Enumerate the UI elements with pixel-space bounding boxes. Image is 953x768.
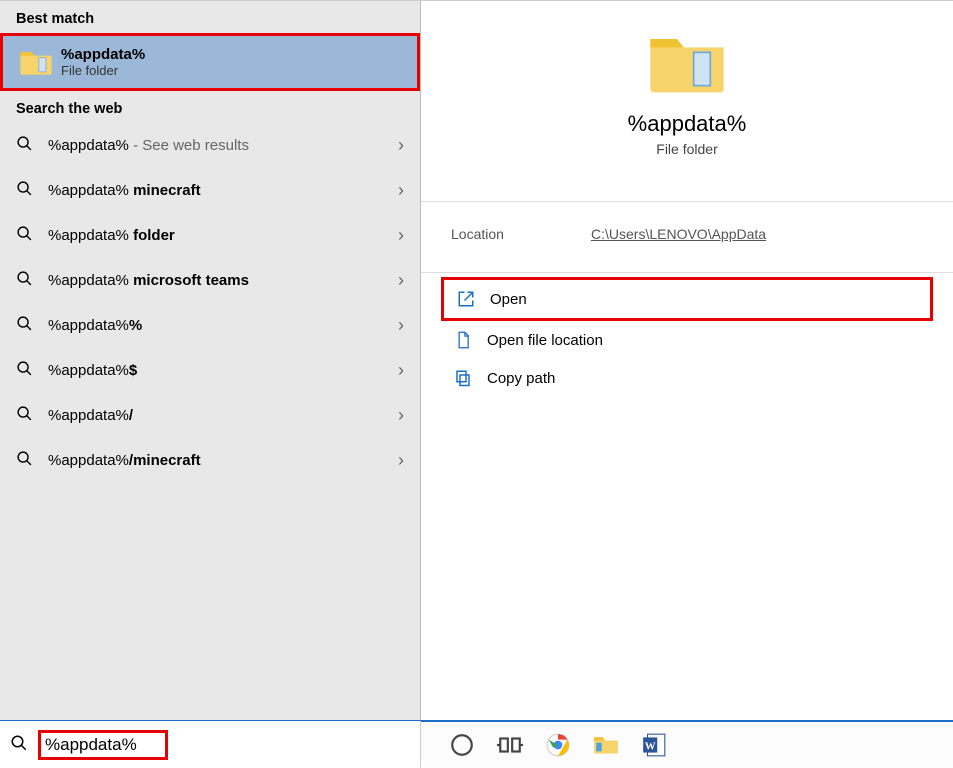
web-result-label: %appdata%/ — [48, 407, 398, 424]
best-match-header: Best match — [0, 1, 420, 33]
web-result-item[interactable]: %appdata% minecraft› — [0, 168, 420, 213]
search-web-header: Search the web — [0, 91, 420, 123]
web-result-label: %appdata%$ — [48, 362, 398, 379]
chevron-right-icon: › — [398, 360, 404, 381]
search-icon — [16, 270, 36, 291]
chevron-right-icon: › — [398, 225, 404, 246]
copy-path-label: Copy path — [487, 370, 555, 387]
open-label: Open — [490, 291, 527, 308]
web-result-label: %appdata%% — [48, 317, 398, 334]
chevron-right-icon: › — [398, 315, 404, 336]
web-result-item[interactable]: %appdata%/minecraft› — [0, 438, 420, 483]
web-result-label: %appdata% - See web results — [48, 137, 398, 154]
web-results-list: %appdata% - See web results›%appdata% mi… — [0, 123, 420, 483]
search-icon — [16, 450, 36, 471]
taskbar: W — [0, 720, 953, 767]
chevron-right-icon: › — [398, 405, 404, 426]
search-icon — [16, 405, 36, 426]
web-result-item[interactable]: %appdata% folder› — [0, 213, 420, 258]
chevron-right-icon: › — [398, 450, 404, 471]
folder-icon-large — [647, 29, 727, 99]
search-icon — [16, 225, 36, 246]
word-icon[interactable]: W — [641, 732, 667, 758]
web-result-label: %appdata% minecraft — [48, 182, 398, 199]
location-label: Location — [451, 226, 591, 242]
open-file-location-label: Open file location — [487, 332, 603, 349]
search-icon — [16, 360, 36, 381]
svg-text:W: W — [645, 740, 656, 752]
search-icon — [16, 315, 36, 336]
location-row: Location C:\Users\LENOVO\AppData — [421, 202, 953, 266]
web-result-label: %appdata%/minecraft — [48, 452, 398, 469]
detail-subtitle: File folder — [441, 141, 933, 157]
open-icon — [454, 290, 478, 308]
best-match-item[interactable]: %appdata% File folder — [0, 33, 420, 91]
location-value[interactable]: C:\Users\LENOVO\AppData — [591, 226, 766, 242]
chevron-right-icon: › — [398, 180, 404, 201]
web-result-item[interactable]: %appdata%/› — [0, 393, 420, 438]
file-explorer-icon[interactable] — [593, 732, 619, 758]
search-results-panel: Best match %appdata% File folder Search … — [0, 1, 421, 720]
folder-icon — [19, 47, 53, 77]
chevron-right-icon: › — [398, 270, 404, 291]
chevron-right-icon: › — [398, 135, 404, 156]
chrome-icon[interactable] — [545, 732, 571, 758]
search-input[interactable] — [38, 730, 168, 760]
search-icon — [16, 135, 36, 156]
web-result-item[interactable]: %appdata%$› — [0, 348, 420, 393]
copy-icon — [451, 369, 475, 387]
detail-panel: %appdata% File folder Location C:\Users\… — [421, 1, 953, 720]
copy-path-action[interactable]: Copy path — [441, 359, 933, 397]
web-result-label: %appdata% microsoft teams — [48, 272, 398, 289]
web-result-item[interactable]: %appdata% - See web results› — [0, 123, 420, 168]
cortana-icon[interactable] — [449, 732, 475, 758]
web-result-label: %appdata% folder — [48, 227, 398, 244]
web-result-item[interactable]: %appdata%%› — [0, 303, 420, 348]
file-location-icon — [451, 331, 475, 349]
search-icon — [16, 180, 36, 201]
search-icon — [10, 734, 30, 755]
web-result-item[interactable]: %appdata% microsoft teams› — [0, 258, 420, 303]
detail-title: %appdata% — [441, 111, 933, 137]
open-action[interactable]: Open — [441, 277, 933, 321]
best-match-title: %appdata% — [61, 46, 145, 63]
open-file-location-action[interactable]: Open file location — [441, 321, 933, 359]
best-match-subtitle: File folder — [61, 63, 145, 78]
task-view-icon[interactable] — [497, 732, 523, 758]
taskbar-search[interactable] — [0, 721, 421, 768]
